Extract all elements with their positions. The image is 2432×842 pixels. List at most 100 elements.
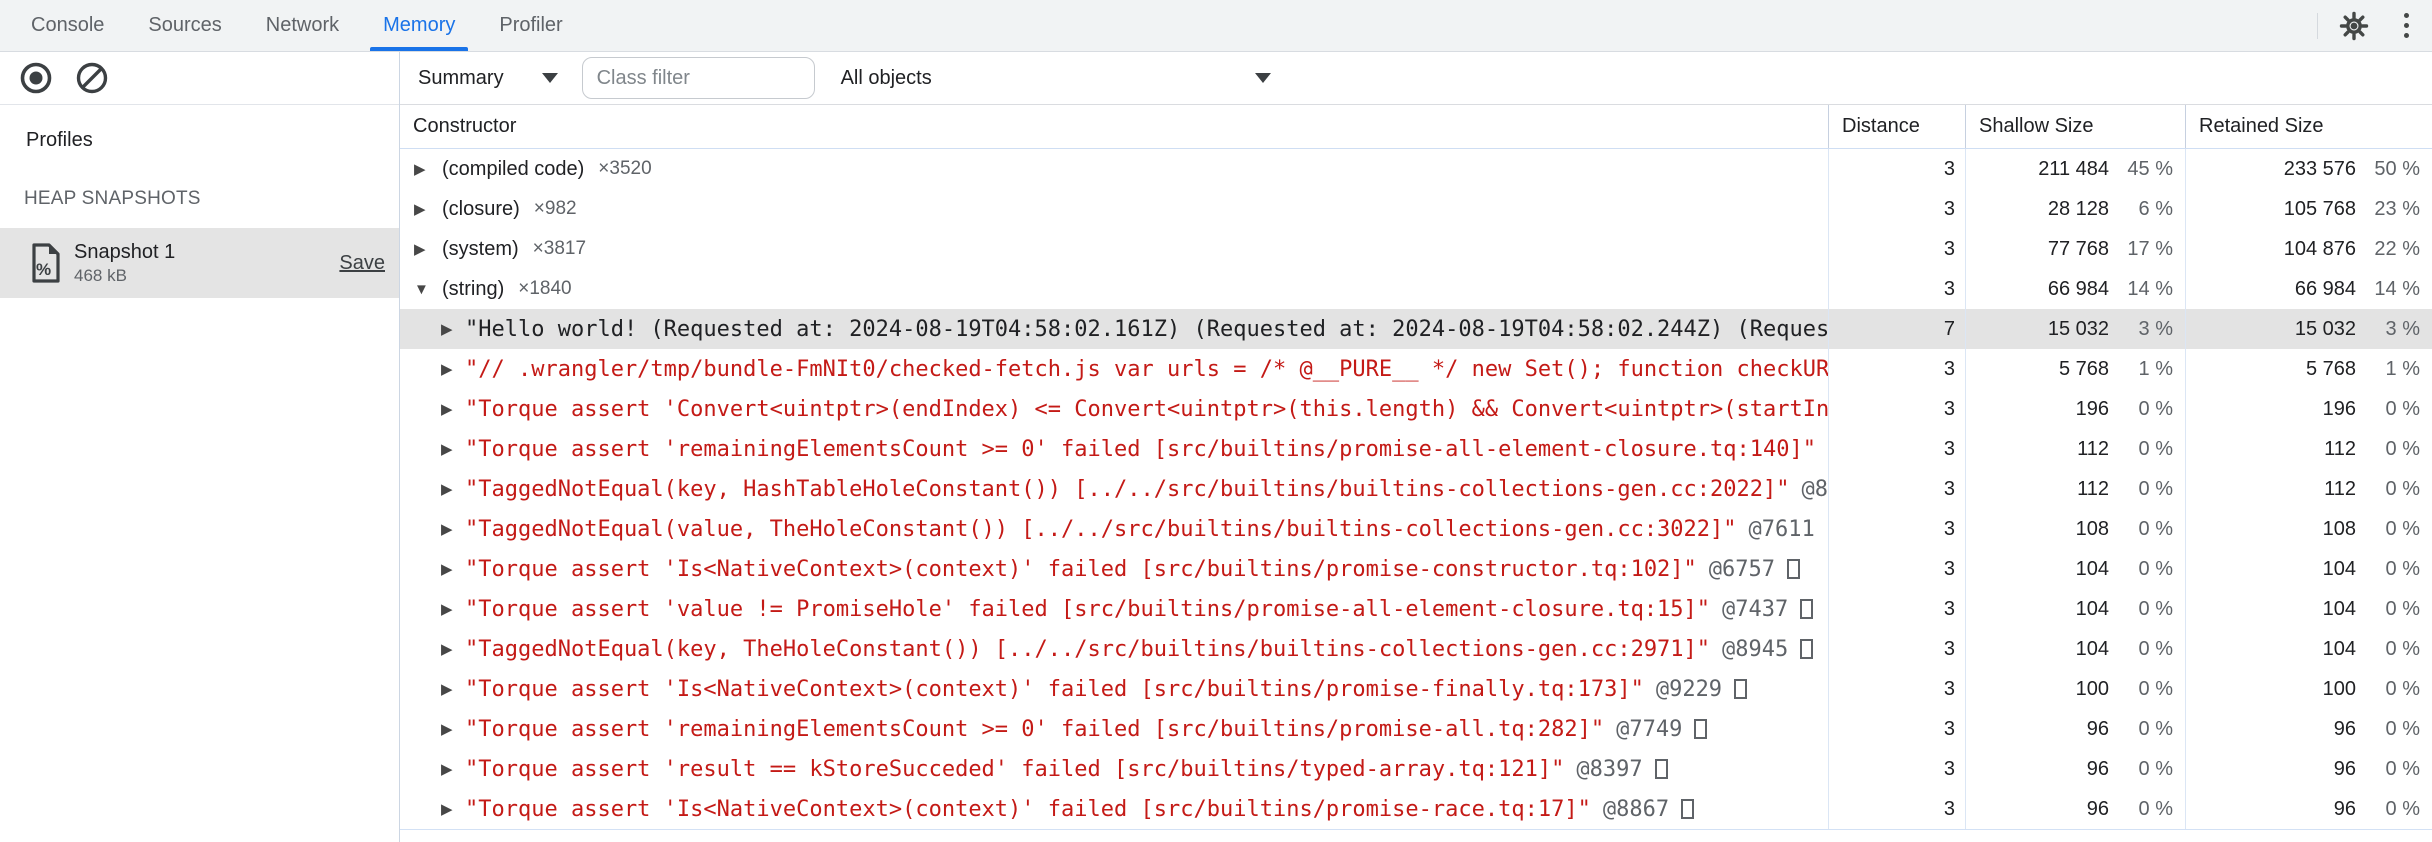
snapshot-size: 468 kB [74,265,127,285]
string-instance-row[interactable]: "Torque assert 'Is<NativeContext>(contex… [400,789,2432,829]
object-id: @7611 [1748,516,1815,542]
distance-cell: 3 [1828,389,1965,429]
shallow-size-cell: 211 484 45 % [1965,149,2185,189]
expand-arrow-icon[interactable] [414,281,429,298]
save-snapshot-link[interactable]: Save [339,252,385,275]
string-instance-row[interactable]: "Torque assert 'Convert<uintptr>(endInde… [400,389,2432,429]
shallow-size-cell: 15 032 3 % [1965,309,2185,349]
retained-size-cell: 104 0 % [2185,629,2432,669]
string-instance-row[interactable]: "Torque assert 'remainingElementsCount >… [400,709,2432,749]
constructor-group-row[interactable]: (string) ×1840 3 66 98414 % 66 98414 % [400,269,2432,309]
placeholder-glyph-icon [1681,799,1695,819]
heap-snapshots-section-heading: HEAP SNAPSHOTS [24,188,201,209]
placeholder-glyph-icon [1734,679,1748,699]
placeholder-glyph-icon [1787,559,1801,579]
grid-header-row: Constructor Distance Shallow Size Retain… [400,105,2432,149]
snapshot-text: Snapshot 1 468 kB [74,241,175,286]
more-options-button[interactable] [2380,0,2432,51]
retained-size-cell: 96 0 % [2185,709,2432,749]
perspective-select[interactable]: Summary [418,67,558,90]
object-id: @7749 [1616,716,1683,742]
distance-cell: 3 [1828,509,1965,549]
expand-arrow-icon[interactable] [441,520,456,538]
expand-arrow-icon[interactable] [441,800,456,818]
settings-button[interactable] [2328,0,2380,51]
string-value: "Torque assert 'remainingElementsCount >… [465,436,1817,462]
constructor-group-row[interactable]: (compiled code) ×3520 3 211 48445 % 233 … [400,149,2432,189]
constructor-name: (compiled code) [442,157,585,180]
expand-arrow-icon[interactable] [414,240,429,258]
string-instance-row[interactable]: "// .wrangler/tmp/bundle-FmNIt0/checked-… [400,349,2432,389]
shallow-size-cell: 5 768 1 % [1965,349,2185,389]
chevron-down-icon [541,73,558,83]
string-instance-row[interactable]: "Torque assert 'remainingElementsCount >… [400,429,2432,469]
shallow-size-cell: 66 984 14 % [1965,269,2185,309]
record-heap-snapshot-button[interactable] [18,60,54,96]
shallow-size-cell: 104 0 % [1965,629,2185,669]
string-value: "TaggedNotEqual(key, HashTableHoleConsta… [465,476,1790,502]
string-instance-row[interactable]: "TaggedNotEqual(key, TheHoleConstant()) … [400,629,2432,669]
column-header-distance[interactable]: Distance [1828,105,1965,148]
object-id: @9229 [1655,676,1723,702]
column-header-retained-size[interactable]: Retained Size [2185,105,2432,148]
tab-console[interactable]: Console [14,0,121,51]
expand-arrow-icon[interactable] [441,680,456,698]
devtools-window: ConsoleSourcesNetworkMemoryProfiler [0,0,2432,842]
instance-count: ×982 [533,198,577,219]
string-value: "TaggedNotEqual(key, TheHoleConstant()) … [465,636,1711,662]
clear-profiles-button[interactable] [74,60,110,96]
shallow-size-cell: 96 0 % [1965,749,2185,789]
constructor-name: (system) [442,237,519,260]
distance-cell: 3 [1828,589,1965,629]
retained-size-cell: 104 0 % [2185,589,2432,629]
retained-size-cell: 112 0 % [2185,469,2432,509]
expand-arrow-icon[interactable] [441,760,456,778]
expand-arrow-icon[interactable] [441,360,456,378]
expand-arrow-icon[interactable] [441,400,456,418]
distance-cell: 3 [1828,749,1965,789]
column-header-constructor[interactable]: Constructor [400,105,1828,148]
expand-arrow-icon[interactable] [414,160,429,178]
string-instance-row[interactable]: "Torque assert 'result == kStoreSucceded… [400,749,2432,789]
expand-arrow-icon[interactable] [441,720,456,738]
constructor-group-row[interactable]: (system) ×3817 3 77 76817 % 104 87622 % [400,229,2432,269]
expand-arrow-icon[interactable] [441,560,456,578]
object-id: @8 [1801,476,1828,502]
string-value: "TaggedNotEqual(value, TheHoleConstant()… [465,516,1737,542]
objects-scope-select[interactable]: All objects [841,67,1281,90]
tab-sources[interactable]: Sources [131,0,238,51]
expand-arrow-icon[interactable] [441,440,456,458]
column-header-shallow-size[interactable]: Shallow Size [1965,105,2185,148]
expand-arrow-icon[interactable] [441,600,456,618]
tab-profiler[interactable]: Profiler [482,0,579,51]
string-value: "Torque assert 'Convert<uintptr>(endInde… [465,396,1828,422]
sidebar-item-snapshot-1[interactable]: % Snapshot 1 468 kB Save [0,228,399,298]
string-instance-row[interactable]: "TaggedNotEqual(key, HashTableHoleConsta… [400,469,2432,509]
string-instance-row[interactable]: "Hello world! (Requested at: 2024-08-19T… [400,309,2432,349]
retained-size-cell: 5 768 1 % [2185,349,2432,389]
string-instance-row[interactable]: "Torque assert 'value != PromiseHole' fa… [400,589,2432,629]
shallow-size-cell: 28 128 6 % [1965,189,2185,229]
expand-arrow-icon[interactable] [441,480,456,498]
expand-arrow-icon[interactable] [441,640,456,658]
devtools-tab-bar: Console Sources Network Memory Profiler [0,0,2432,52]
class-filter-input[interactable] [581,57,815,99]
distance-cell: 3 [1828,629,1965,669]
string-instance-row[interactable]: "TaggedNotEqual(value, TheHoleConstant()… [400,509,2432,549]
tab-memory[interactable]: Memory [366,0,472,51]
shallow-size-cell: 77 768 17 % [1965,229,2185,269]
expand-arrow-icon[interactable] [414,200,429,218]
retained-size-cell: 104 876 22 % [2185,229,2432,269]
constructor-group-row[interactable]: (closure) ×982 3 28 1286 % 105 76823 % [400,189,2432,229]
distance-cell: 3 [1828,549,1965,589]
snapshot-name: Snapshot 1 [74,240,176,263]
shallow-size-cell: 104 0 % [1965,549,2185,589]
expand-arrow-icon[interactable] [441,320,456,338]
tab-network[interactable]: Network [249,0,356,51]
retained-size-cell: 112 0 % [2185,429,2432,469]
object-id: @8397 [1576,756,1643,782]
string-instance-row[interactable]: "Torque assert 'Is<NativeContext>(contex… [400,669,2432,709]
string-value: "Torque assert 'result == kStoreSucceded… [465,756,1565,782]
string-instance-row[interactable]: "Torque assert 'Is<NativeContext>(contex… [400,549,2432,589]
perspective-selected-value: Summary [418,66,504,89]
